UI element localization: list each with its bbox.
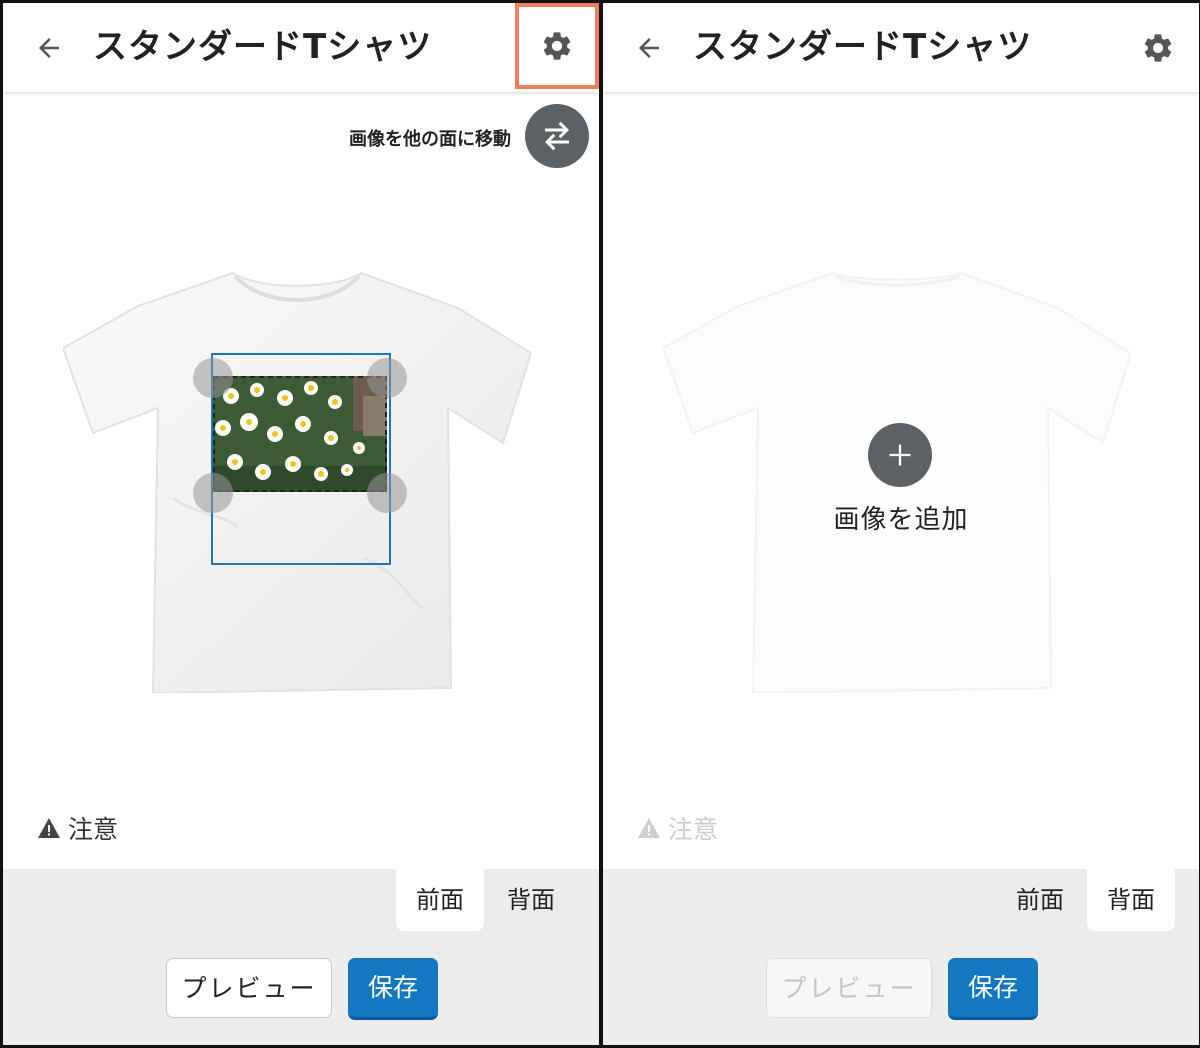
warning-label: 注意	[68, 815, 119, 844]
tab-front[interactable]: 前面	[396, 869, 484, 931]
save-button[interactable]: 保存	[348, 958, 438, 1020]
warning-notice: 注意	[637, 810, 718, 846]
tab-back[interactable]: 背面	[487, 869, 575, 931]
add-image-button[interactable]	[868, 423, 932, 487]
uploaded-flower-image[interactable]	[213, 376, 387, 492]
back-button[interactable]	[631, 30, 667, 66]
preview-button[interactable]: プレビュー	[166, 958, 332, 1018]
plus-icon	[889, 444, 911, 466]
warning-icon	[638, 818, 660, 838]
resize-handle-top-right[interactable]	[367, 358, 407, 398]
warning-icon	[38, 818, 60, 838]
swap-arrows-icon	[545, 121, 569, 151]
warning-notice[interactable]: 注意	[37, 810, 118, 846]
front-editor-panel: スタンダードTシャツ 画像を他の面に移動 注意 前面 背面 プレビュー 保存	[3, 3, 599, 1045]
move-image-label: 画像を他の面に移動	[349, 129, 511, 150]
preview-button[interactable]: プレビュー	[766, 958, 932, 1018]
arrow-left-icon	[39, 38, 59, 58]
back-editor-panel: スタンダードTシャツ 画像を追加 注意 前面 背面 プレビュー 保存	[603, 3, 1199, 1045]
warning-label: 注意	[668, 815, 719, 844]
app-header: スタンダードTシャツ	[3, 3, 599, 92]
bottom-toolbar: 前面 背面 プレビュー 保存	[603, 869, 1199, 1045]
resize-handle-bottom-right[interactable]	[367, 473, 407, 513]
gear-icon	[1144, 34, 1172, 62]
settings-button[interactable]	[515, 3, 599, 89]
app-header: スタンダードTシャツ	[603, 3, 1199, 92]
page-title: スタンダードTシャツ	[93, 27, 433, 67]
tab-front[interactable]: 前面	[996, 869, 1084, 931]
gear-icon	[543, 32, 571, 60]
settings-button[interactable]	[1139, 29, 1177, 67]
save-button[interactable]: 保存	[948, 958, 1038, 1020]
add-image-label: 画像を追加	[833, 505, 969, 535]
page-title: スタンダードTシャツ	[693, 27, 1033, 67]
back-button[interactable]	[31, 30, 67, 66]
tab-back[interactable]: 背面	[1087, 869, 1175, 931]
bottom-toolbar: 前面 背面 プレビュー 保存	[3, 869, 599, 1045]
move-image-button[interactable]	[525, 104, 589, 168]
resize-handle-bottom-left[interactable]	[193, 473, 233, 513]
screenshot-frame: スタンダードTシャツ 画像を他の面に移動 注意 前面 背面 プレビュー 保存 ス…	[0, 0, 1200, 1048]
arrow-left-icon	[639, 38, 659, 58]
resize-handle-top-left[interactable]	[193, 358, 233, 398]
